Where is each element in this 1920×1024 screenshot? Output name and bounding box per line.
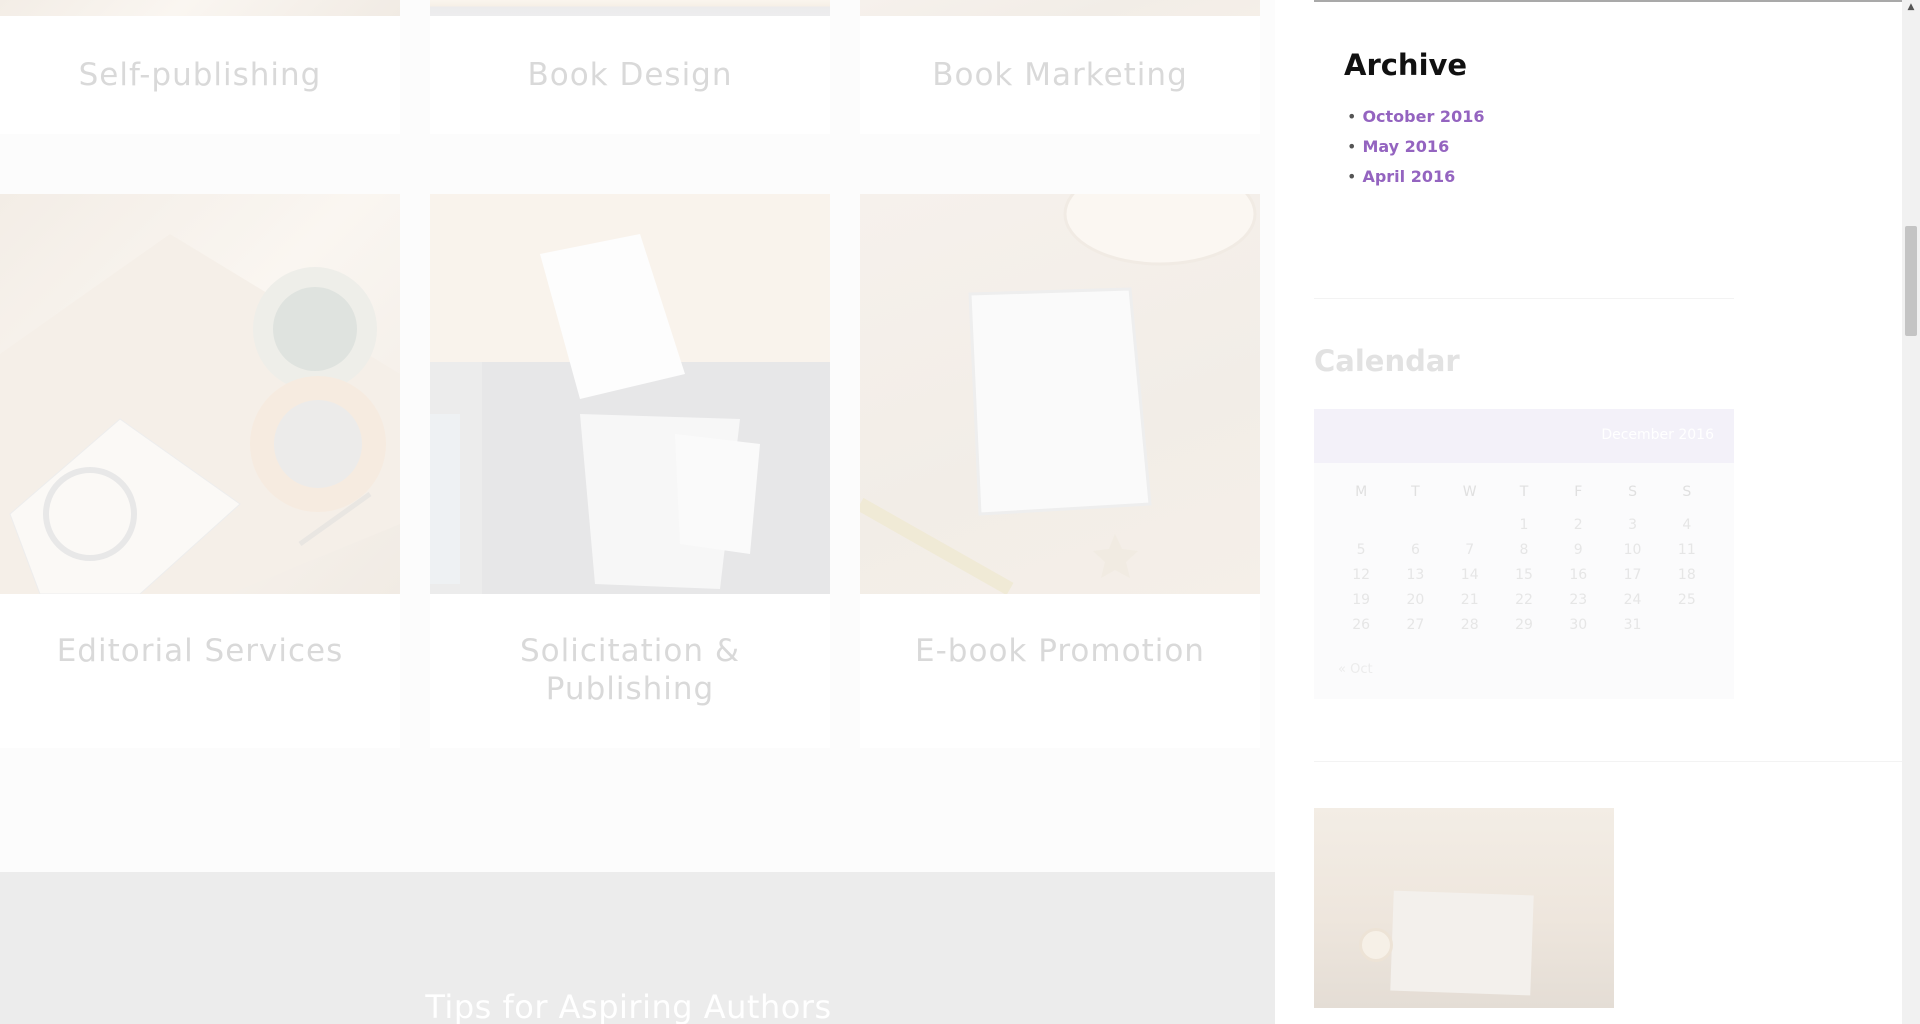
divider bbox=[1314, 298, 1734, 299]
calendar-day bbox=[1334, 517, 1388, 542]
service-photo bbox=[0, 0, 400, 16]
calendar-day: 25 bbox=[1677, 592, 1696, 608]
calendar-day: 23 bbox=[1569, 592, 1588, 608]
archive-link-may-2016[interactable]: May 2016 bbox=[1362, 137, 1449, 156]
sidebar-laptop-photo[interactable] bbox=[1314, 808, 1614, 1008]
calendar-week: 26 27 28 29 30 31 bbox=[1334, 617, 1714, 642]
service-card-solicitation-publishing[interactable]: Solicitation & Publishing bbox=[430, 194, 830, 748]
calendar-month: December 2016 bbox=[1601, 427, 1714, 443]
scrollbar-thumb[interactable] bbox=[1905, 226, 1917, 336]
divider bbox=[1314, 761, 1902, 762]
service-title[interactable]: E-book Promotion bbox=[860, 632, 1260, 670]
calendar-day: 31 bbox=[1623, 617, 1642, 633]
service-title[interactable]: Editorial Services bbox=[0, 632, 400, 670]
calendar-day: 7 bbox=[1465, 542, 1475, 558]
archive-item: • October 2016 bbox=[1347, 102, 1484, 132]
calendar-day: 19 bbox=[1352, 592, 1371, 608]
calendar-day: 10 bbox=[1623, 542, 1642, 558]
calendar-day: 20 bbox=[1406, 592, 1425, 608]
calendar-prev-month-link[interactable]: « Oct bbox=[1338, 662, 1373, 677]
calendar-grid: M T W T F S S 1 2 3 4 5 6 7 8 9 10 11 12… bbox=[1334, 484, 1714, 642]
weekday-label: T bbox=[1519, 484, 1529, 500]
calendar-day: 30 bbox=[1569, 617, 1588, 633]
calendar-day: 21 bbox=[1460, 592, 1479, 608]
calendar-day: 29 bbox=[1515, 617, 1533, 633]
calendar-day: 11 bbox=[1677, 542, 1696, 558]
laptop-shape bbox=[1390, 890, 1534, 996]
sidebar: Archive • October 2016 • May 2016 • April 2… bbox=[1275, 0, 1902, 1024]
calendar-day: 28 bbox=[1460, 617, 1479, 633]
service-card-self-publishing[interactable]: Self-publishing bbox=[0, 0, 400, 134]
weekday-label: M bbox=[1355, 484, 1368, 500]
calendar-day: 17 bbox=[1623, 567, 1642, 583]
calendar-day bbox=[1443, 517, 1497, 542]
calendar-day: 4 bbox=[1682, 517, 1692, 533]
calendar-widget-title: Calendar bbox=[1314, 344, 1460, 378]
signing-documents-photo[interactable] bbox=[430, 194, 830, 594]
calendar-day: 5 bbox=[1356, 542, 1366, 558]
bullet-icon: • bbox=[1347, 137, 1357, 156]
calendar-weekday-row: M T W T F S S bbox=[1334, 484, 1714, 509]
calendar-day: 8 bbox=[1519, 542, 1529, 558]
service-card-book-design[interactable]: Book Design bbox=[430, 0, 830, 134]
calendar-day: 2 bbox=[1573, 517, 1583, 533]
calendar-day: 1 bbox=[1519, 517, 1529, 533]
calendar-day: 3 bbox=[1628, 517, 1637, 533]
weekday-label: S bbox=[1682, 484, 1692, 500]
calendar-day: 27 bbox=[1406, 617, 1425, 633]
photo-illustration bbox=[860, 194, 1257, 594]
calendar-week: 1 2 3 4 bbox=[1334, 517, 1714, 542]
photo-illustration bbox=[0, 234, 400, 594]
mug-shape bbox=[1359, 928, 1393, 962]
calendar-day: 16 bbox=[1569, 567, 1588, 583]
archive-item: • April 2016 bbox=[1347, 162, 1484, 192]
page-scrollbar[interactable]: ▲ bbox=[1902, 0, 1920, 1024]
service-title[interactable]: Solicitation & Publishing bbox=[430, 632, 830, 708]
plant-notebook-coffee-photo[interactable] bbox=[0, 194, 400, 594]
service-title[interactable]: Self-publishing bbox=[0, 56, 400, 94]
calendar-day: 24 bbox=[1623, 592, 1642, 608]
services-section: Self-publishing Book Design Book Marketi… bbox=[0, 0, 1275, 1024]
archive-list: • October 2016 • May 2016 • April 2016 bbox=[1347, 102, 1484, 192]
archive-widget-title: Archive bbox=[1344, 48, 1468, 82]
archive-link-october-2016[interactable]: October 2016 bbox=[1362, 107, 1484, 126]
calendar-header: December 2016 bbox=[1314, 409, 1734, 463]
service-title[interactable]: Book Marketing bbox=[860, 56, 1260, 94]
service-title[interactable]: Book Design bbox=[430, 56, 830, 94]
tablet-on-sand-photo[interactable] bbox=[860, 194, 1260, 594]
service-card-editorial-services[interactable]: Editorial Services bbox=[0, 194, 400, 748]
calendar-day: 26 bbox=[1352, 617, 1371, 633]
calendar-day: 14 bbox=[1460, 567, 1479, 583]
bullet-icon: • bbox=[1347, 167, 1357, 186]
weekday-label: F bbox=[1574, 484, 1583, 500]
calendar-day bbox=[1388, 517, 1442, 542]
service-photo bbox=[430, 0, 830, 16]
service-card-book-marketing[interactable]: Book Marketing bbox=[860, 0, 1260, 134]
service-card-ebook-promotion[interactable]: E-book Promotion bbox=[860, 194, 1260, 748]
calendar-day: 22 bbox=[1515, 592, 1533, 608]
archive-item: • May 2016 bbox=[1347, 132, 1484, 162]
scroll-up-arrow-icon[interactable]: ▲ bbox=[1902, 0, 1920, 14]
calendar-week: 12 13 14 15 16 17 18 bbox=[1334, 567, 1714, 592]
calendar-day bbox=[1660, 617, 1714, 642]
calendar-day: 18 bbox=[1677, 567, 1696, 583]
calendar-week: 5 6 7 8 9 10 11 bbox=[1334, 542, 1714, 567]
weekday-label: W bbox=[1462, 484, 1477, 500]
divider bbox=[1314, 0, 1902, 2]
calendar-day: 6 bbox=[1410, 542, 1420, 558]
weekday-label: T bbox=[1411, 484, 1420, 500]
weekday-label: S bbox=[1628, 484, 1637, 500]
calendar: December 2016 M T W T F S S 1 2 3 4 5 6 … bbox=[1314, 409, 1734, 699]
calendar-week: 19 20 21 22 23 24 25 bbox=[1334, 592, 1714, 617]
calendar-day: 12 bbox=[1352, 567, 1371, 583]
bullet-icon: • bbox=[1347, 107, 1357, 126]
calendar-day: 9 bbox=[1573, 542, 1583, 558]
photo-illustration bbox=[430, 194, 830, 594]
tips-section-title: Tips for Aspiring Authors bbox=[425, 988, 832, 1024]
archive-link-april-2016[interactable]: April 2016 bbox=[1362, 167, 1455, 186]
calendar-day: 15 bbox=[1515, 567, 1533, 583]
service-photo bbox=[860, 0, 1260, 16]
calendar-day: 13 bbox=[1406, 567, 1425, 583]
